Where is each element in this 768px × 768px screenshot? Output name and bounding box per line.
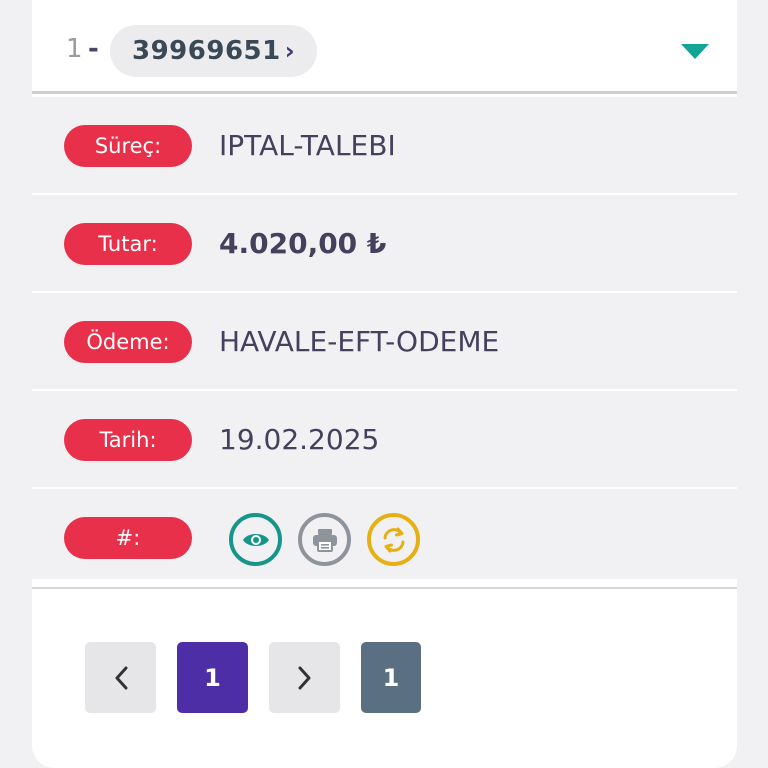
payment-value: HAVALE-EFT-ODEME	[219, 325, 500, 358]
actions-label: #:	[64, 517, 192, 559]
pagination: 1 1	[85, 642, 421, 713]
previous-page-button[interactable]	[85, 642, 156, 713]
process-value: IPTAL-TALEBI	[219, 129, 396, 162]
process-label: Süreç:	[64, 125, 192, 167]
view-button[interactable]	[229, 513, 282, 566]
order-number-link[interactable]: 39969651 ›	[110, 25, 317, 77]
order-header[interactable]: 1 - 39969651 ›	[32, 0, 737, 94]
payment-label: Ödeme:	[64, 321, 192, 363]
detail-row-payment: Ödeme: HAVALE-EFT-ODEME	[32, 293, 737, 391]
amount-label: Tutar:	[64, 223, 192, 265]
order-index: 1	[66, 34, 83, 64]
detail-row-process: Süreç: IPTAL-TALEBI	[32, 97, 737, 195]
action-buttons	[229, 513, 420, 566]
date-label: Tarih:	[64, 419, 192, 461]
detail-row-actions: #:	[32, 489, 737, 579]
chevron-right-icon: ›	[284, 37, 295, 65]
chevron-left-icon	[115, 666, 127, 689]
detail-row-date: Tarih: 19.02.2025	[32, 391, 737, 489]
order-card: 1 - 39969651 › Süreç: IPTAL-TALEBI Tutar…	[32, 0, 737, 768]
eye-icon	[242, 533, 269, 546]
next-page-button[interactable]	[269, 642, 340, 713]
sync-icon	[383, 527, 404, 552]
order-index-separator: -	[88, 34, 99, 64]
refund-sync-button[interactable]	[367, 513, 420, 566]
section-divider	[32, 587, 737, 589]
amount-value: 4.020,00 ₺	[219, 227, 387, 260]
total-pages-badge: 1	[361, 642, 421, 713]
printer-icon	[312, 528, 337, 552]
order-details: Süreç: IPTAL-TALEBI Tutar: 4.020,00 ₺ Öd…	[32, 97, 737, 579]
order-number: 39969651	[132, 36, 281, 66]
chevron-right-icon	[298, 666, 310, 689]
detail-row-amount: Tutar: 4.020,00 ₺	[32, 195, 737, 293]
date-value: 19.02.2025	[219, 423, 380, 456]
print-button[interactable]	[298, 513, 351, 566]
current-page-button[interactable]: 1	[177, 642, 248, 713]
caret-down-icon[interactable]	[681, 44, 709, 59]
